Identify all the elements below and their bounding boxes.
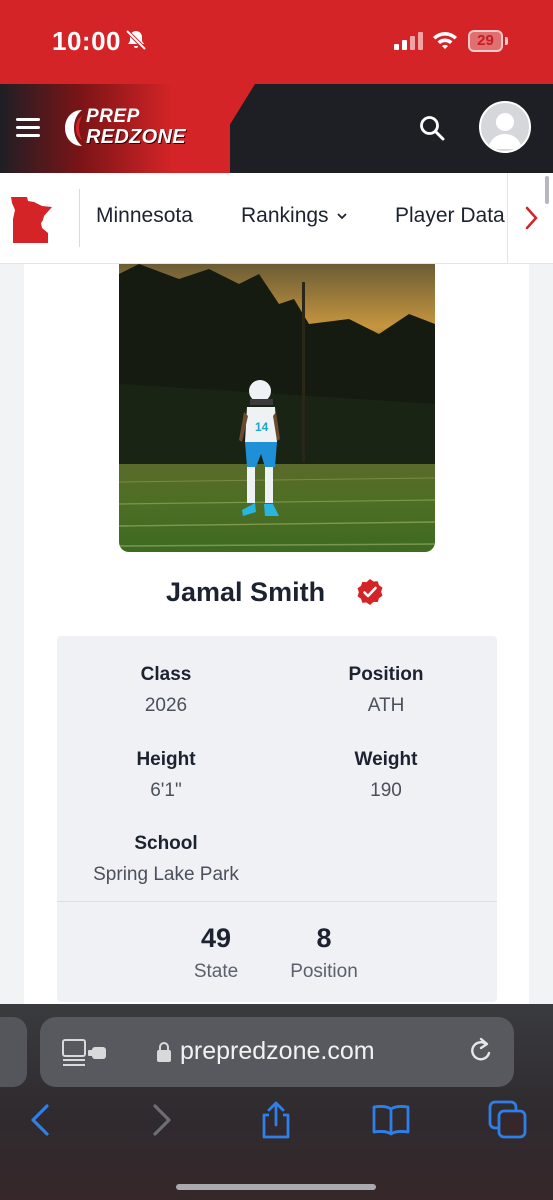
forward-icon[interactable] — [140, 1100, 180, 1140]
school-label: School — [134, 833, 198, 854]
avatar[interactable] — [479, 101, 531, 153]
position-value: ATH — [367, 695, 405, 716]
lock-icon — [157, 1042, 171, 1062]
class-label: Class — [140, 664, 192, 685]
menu-icon[interactable] — [16, 118, 40, 138]
wifi-icon — [433, 32, 457, 49]
browser-toolbar: prepredzone.com — [0, 1004, 553, 1200]
site-header: PREP REDZONE — [0, 84, 553, 173]
bell-off-icon — [125, 29, 147, 51]
logo-text-redzone: REDZONE — [86, 126, 186, 148]
position-rank-value: 8 — [316, 923, 332, 953]
minnesota-map-icon[interactable] — [8, 195, 58, 245]
chevron-right-icon — [525, 206, 538, 230]
nav-item-rankings-label: Rankings — [241, 204, 329, 227]
sub-navigation: Minnesota Rankings Player Data — [0, 173, 553, 264]
chevron-down-icon — [336, 213, 347, 220]
verified-badge-icon — [357, 579, 383, 605]
address-bar[interactable]: prepredzone.com — [40, 1017, 514, 1087]
nav-item-minnesota[interactable]: Minnesota — [96, 204, 193, 228]
state-rank-label: State — [193, 961, 239, 982]
logo-badge-icon — [65, 110, 82, 146]
scrollbar[interactable] — [545, 176, 549, 204]
battery-icon: 29 — [468, 30, 508, 52]
weight-label: Weight — [354, 749, 418, 770]
weight-value: 190 — [370, 780, 402, 801]
height-label: Height — [136, 749, 196, 770]
home-indicator[interactable] — [176, 1184, 376, 1190]
nav-item-rankings[interactable]: Rankings — [241, 204, 347, 228]
position-rank-label: Position — [290, 961, 358, 982]
logo-text-prep: PREP — [86, 106, 140, 127]
position-label: Position — [348, 664, 424, 685]
state-rank-value: 49 — [200, 923, 232, 953]
avatar-icon — [488, 113, 522, 149]
site-logo[interactable]: PREP REDZONE — [62, 104, 194, 152]
battery-level: 29 — [477, 32, 494, 49]
height-value: 6'1" — [150, 780, 182, 801]
player-photo: 14 — [119, 264, 435, 552]
player-name: Jamal Smith — [166, 577, 326, 607]
back-icon[interactable] — [22, 1100, 62, 1140]
info-divider — [57, 901, 497, 902]
status-time: 10:00 — [52, 26, 121, 56]
signal-icon — [394, 32, 423, 50]
reader-icon[interactable] — [62, 1039, 108, 1067]
search-icon[interactable] — [418, 114, 446, 142]
reload-icon[interactable] — [468, 1037, 494, 1065]
status-bar: 10:00 29 — [0, 0, 553, 84]
url-text: prepredzone.com — [180, 1037, 375, 1065]
nav-item-player-data[interactable]: Player Data — [395, 204, 505, 228]
svg-text:14: 14 — [255, 420, 269, 434]
bookmarks-icon[interactable] — [371, 1100, 411, 1140]
school-value: Spring Lake Park — [93, 864, 239, 885]
tabs-icon[interactable] — [488, 1100, 528, 1140]
share-icon[interactable] — [256, 1100, 296, 1140]
class-value: 2026 — [144, 695, 188, 716]
previous-tab-peek[interactable] — [0, 1017, 27, 1087]
